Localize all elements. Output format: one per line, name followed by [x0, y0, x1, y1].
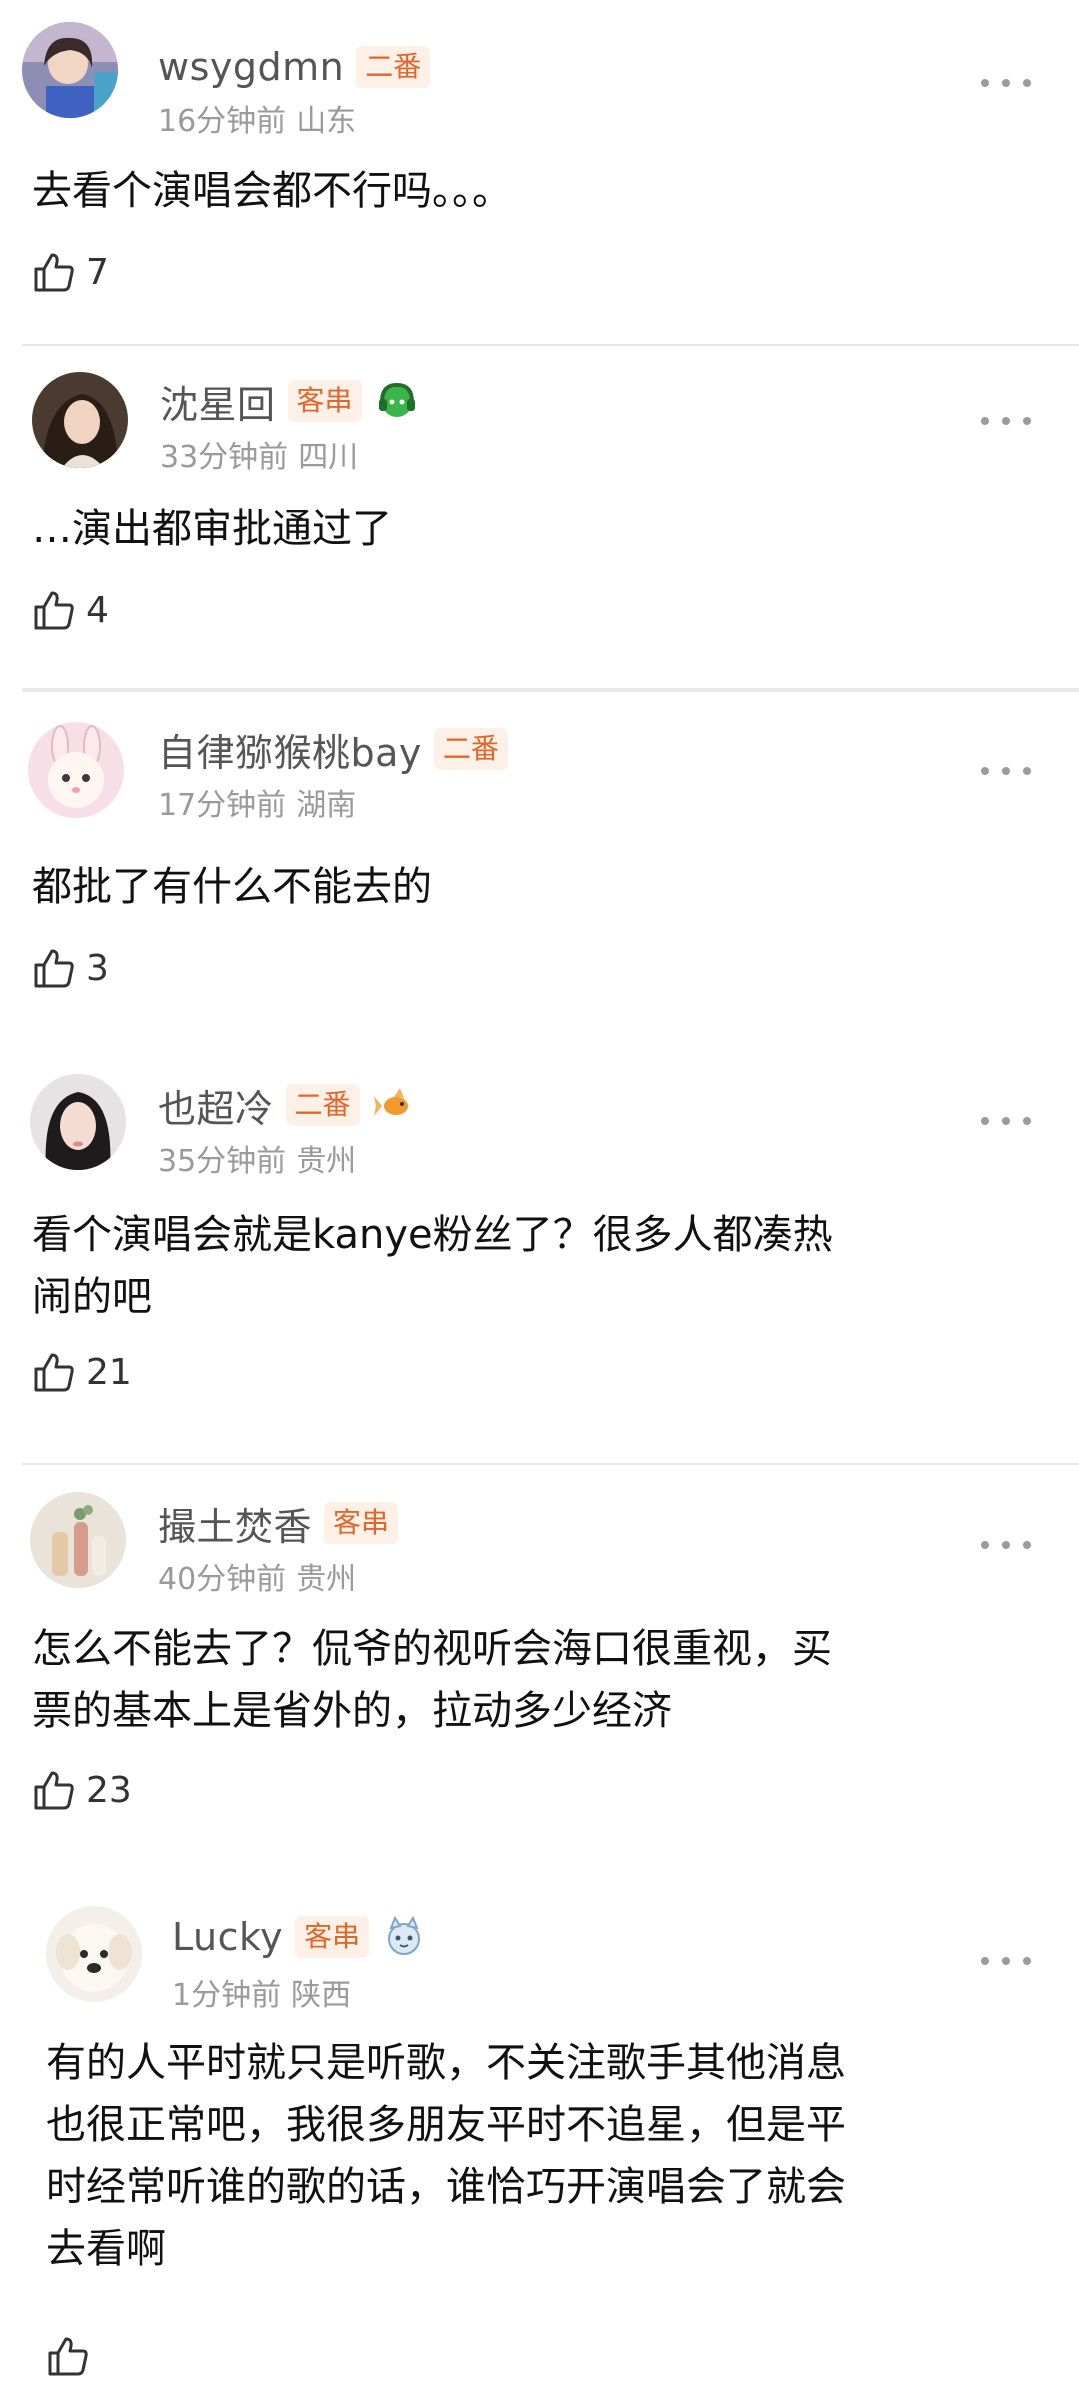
user-avatar[interactable]	[46, 1906, 142, 2002]
comment-text: 都批了有什么不能去的	[32, 864, 432, 910]
like-button[interactable]	[46, 2332, 100, 2380]
comment-item: Lucky 客串 1分钟前 陕西 有的人平时就只是听歌，不关注歌手其他消息 也很正…	[0, 1876, 1079, 2386]
comment-meta: 16分钟前 山东	[158, 96, 356, 140]
comment-location: 山东	[296, 104, 357, 139]
comment-item: 撮土焚香 客串 40分钟前 贵州 怎么不能去了？侃爷的视听会海口很重视，买 票的基…	[0, 1466, 1079, 1876]
thumbs-up-icon	[34, 1771, 74, 1810]
like-button[interactable]: 3	[32, 944, 109, 992]
like-count: 3	[86, 947, 109, 989]
comment-item: wsygdmn 二番 16分钟前 山东 去看个演唱会都不行吗。。。 7	[0, 0, 1079, 340]
more-options-icon[interactable]	[981, 761, 1031, 781]
name-row: 撮土焚香 客串	[158, 1496, 399, 1551]
comment-text: 看个演唱会就是kanye粉丝了？很多人都凑热 闹的吧	[32, 1212, 833, 1320]
thumbs-up-icon	[34, 1353, 74, 1392]
comment-meta: 40分钟前 贵州	[158, 1554, 356, 1598]
username[interactable]: 撮土焚香	[158, 1496, 312, 1551]
like-button[interactable]: 23	[32, 1766, 132, 1814]
like-count: 7	[86, 251, 109, 293]
more-options-icon[interactable]	[981, 411, 1031, 431]
comment-item: 自律猕猴桃bay 二番 17分钟前 湖南 都批了有什么不能去的 3	[0, 694, 1079, 1044]
fan-level-badge: 客串	[324, 1502, 399, 1544]
user-avatar[interactable]	[28, 722, 124, 818]
comment-location: 四川	[298, 440, 359, 475]
name-row: Lucky 客串	[172, 1912, 425, 1962]
like-count: 4	[86, 589, 109, 631]
comment-item: 也超冷 二番 35分钟前 贵州 看个演唱会就是kanye粉丝了？很多人都凑热 闹的…	[0, 1046, 1079, 1458]
comment-item: 沈星回 客串 33分钟前 四川 …演出都审批通过了 4	[0, 348, 1079, 688]
username[interactable]: 也超冷	[158, 1078, 274, 1133]
name-row: wsygdmn 二番	[158, 42, 431, 92]
thumbs-up-icon	[34, 591, 74, 630]
comment-text: …演出都审批通过了	[32, 506, 392, 552]
comment-meta: 33分钟前 四川	[160, 432, 358, 476]
comment-time: 40分钟前	[158, 1562, 287, 1597]
fan-level-badge: 客串	[287, 380, 362, 422]
username[interactable]: Lucky	[172, 1915, 283, 1959]
comment-location: 贵州	[296, 1144, 357, 1179]
username[interactable]: 自律猕猴桃bay	[158, 722, 422, 777]
comment-text: 去看个演唱会都不行吗。。。	[32, 168, 512, 214]
divider	[22, 688, 1079, 692]
comment-text: 有的人平时就只是听歌，不关注歌手其他消息 也很正常吧，我很多朋友平时不追星，但是…	[46, 2040, 846, 2272]
comment-time: 35分钟前	[158, 1144, 287, 1179]
more-options-icon[interactable]	[981, 1535, 1031, 1555]
user-avatar[interactable]	[22, 22, 118, 118]
fan-level-badge: 二番	[285, 1084, 360, 1126]
comment-location: 湖南	[296, 788, 357, 823]
comment-time: 33分钟前	[160, 440, 289, 475]
comment-time: 16分钟前	[158, 104, 287, 139]
name-row: 沈星回 客串	[160, 374, 418, 429]
name-row: 也超冷 二番	[158, 1078, 416, 1133]
goldfish-icon	[373, 1084, 416, 1126]
comment-meta: 1分钟前 陕西	[172, 1970, 351, 2014]
like-count: 23	[86, 1769, 132, 1811]
green-headphone-icon	[376, 380, 418, 422]
like-button[interactable]: 7	[32, 248, 109, 296]
divider	[22, 1463, 1079, 1465]
fan-level-badge: 二番	[356, 46, 431, 88]
user-avatar[interactable]	[32, 372, 128, 468]
name-row: 自律猕猴桃bay 二番	[158, 722, 508, 777]
user-avatar[interactable]	[30, 1492, 126, 1588]
thumbs-up-icon	[34, 949, 74, 988]
fan-level-badge: 客串	[295, 1916, 370, 1958]
user-avatar[interactable]	[30, 1074, 126, 1170]
more-options-icon[interactable]	[981, 1951, 1031, 1971]
comment-time: 17分钟前	[158, 788, 287, 823]
divider	[22, 344, 1079, 346]
username[interactable]: wsygdmn	[158, 45, 344, 89]
like-button[interactable]: 21	[32, 1348, 132, 1396]
comment-location: 贵州	[296, 1562, 357, 1597]
snow-cat-icon	[383, 1916, 425, 1958]
like-count: 21	[86, 1351, 132, 1393]
more-options-icon[interactable]	[981, 73, 1031, 93]
fan-level-badge: 二番	[433, 728, 508, 770]
thumbs-up-icon	[48, 2337, 88, 2376]
like-button[interactable]: 4	[32, 586, 109, 634]
comment-location: 陕西	[291, 1978, 352, 2013]
more-options-icon[interactable]	[981, 1111, 1031, 1131]
comment-meta: 35分钟前 贵州	[158, 1136, 356, 1180]
username[interactable]: 沈星回	[160, 374, 276, 429]
comment-time: 1分钟前	[172, 1978, 282, 2013]
comment-meta: 17分钟前 湖南	[158, 780, 356, 824]
comment-text: 怎么不能去了？侃爷的视听会海口很重视，买 票的基本上是省外的，拉动多少经济	[32, 1626, 832, 1734]
thumbs-up-icon	[34, 253, 74, 292]
